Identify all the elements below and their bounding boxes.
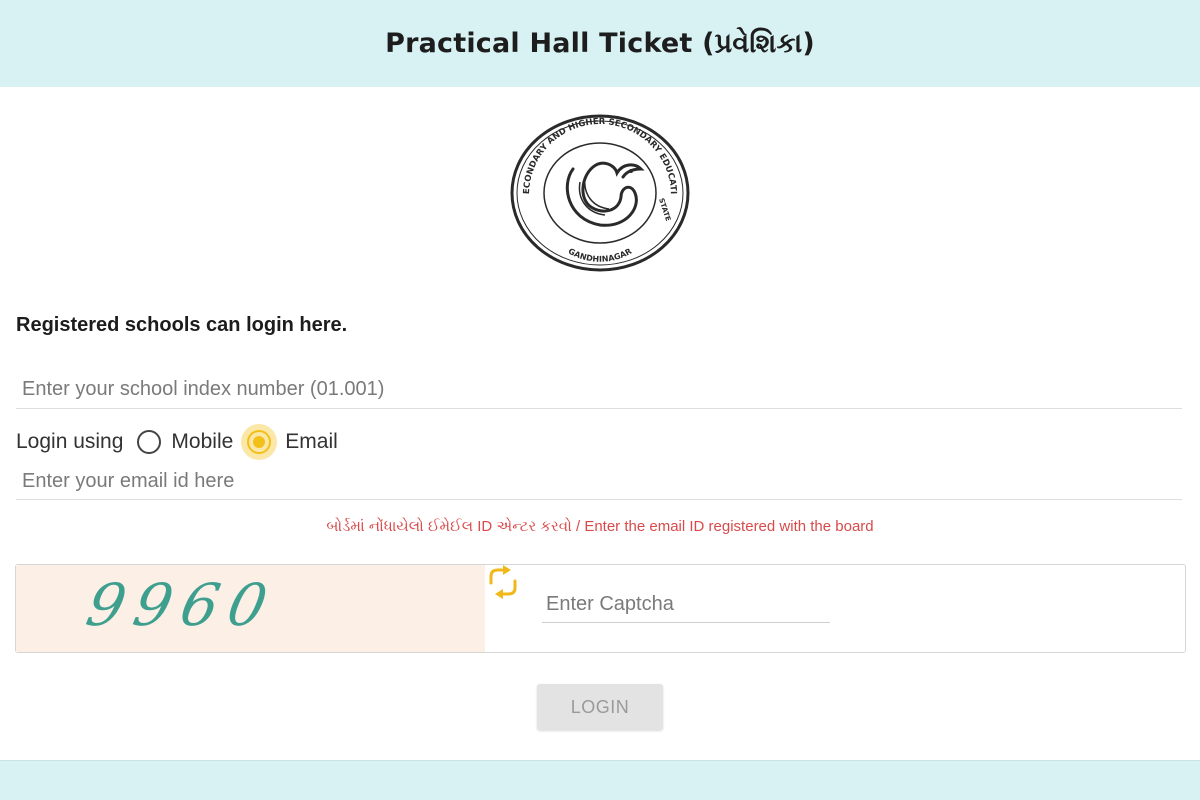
page: Practical Hall Ticket (પ્રવેશિકા) GUJARA… [0, 0, 1200, 800]
login-method-group: Login using Mobile Email [16, 424, 338, 460]
login-button[interactable]: LOGIN [537, 684, 663, 730]
footer-bar [0, 760, 1200, 800]
mobile-radio-label[interactable]: Mobile [171, 430, 233, 454]
refresh-arrows-icon[interactable] [483, 565, 523, 599]
form-heading: Registered schools can login here. [16, 314, 348, 336]
email-radio-dot [253, 436, 266, 448]
login-using-label: Login using [16, 430, 124, 453]
email-radio-ring [247, 430, 272, 454]
captcha-underline [542, 622, 830, 623]
captcha-text: 9960 [80, 571, 283, 639]
page-title: Practical Hall Ticket (પ્રવેશિકા) [385, 27, 815, 59]
email-input[interactable] [16, 464, 1182, 498]
board-seal-logo: GUJARAT SECONDARY AND HIGHER SECONDARY E… [505, 107, 690, 272]
email-hint: બોર્ડમાં નોંધાયેલો ઈમેઈલ ID એન્ટર કરવો /… [326, 518, 874, 535]
captcha-image: 9960 [16, 565, 485, 652]
email-radio-label[interactable]: Email [285, 430, 338, 454]
captcha-input[interactable] [540, 588, 830, 620]
email-radio[interactable] [241, 424, 278, 460]
email-underline [16, 499, 1182, 500]
school-index-underline [16, 408, 1182, 409]
mobile-radio[interactable] [137, 430, 162, 454]
header-bar: Practical Hall Ticket (પ્રવેશિકા) [0, 0, 1200, 87]
school-index-input[interactable] [16, 372, 1182, 406]
